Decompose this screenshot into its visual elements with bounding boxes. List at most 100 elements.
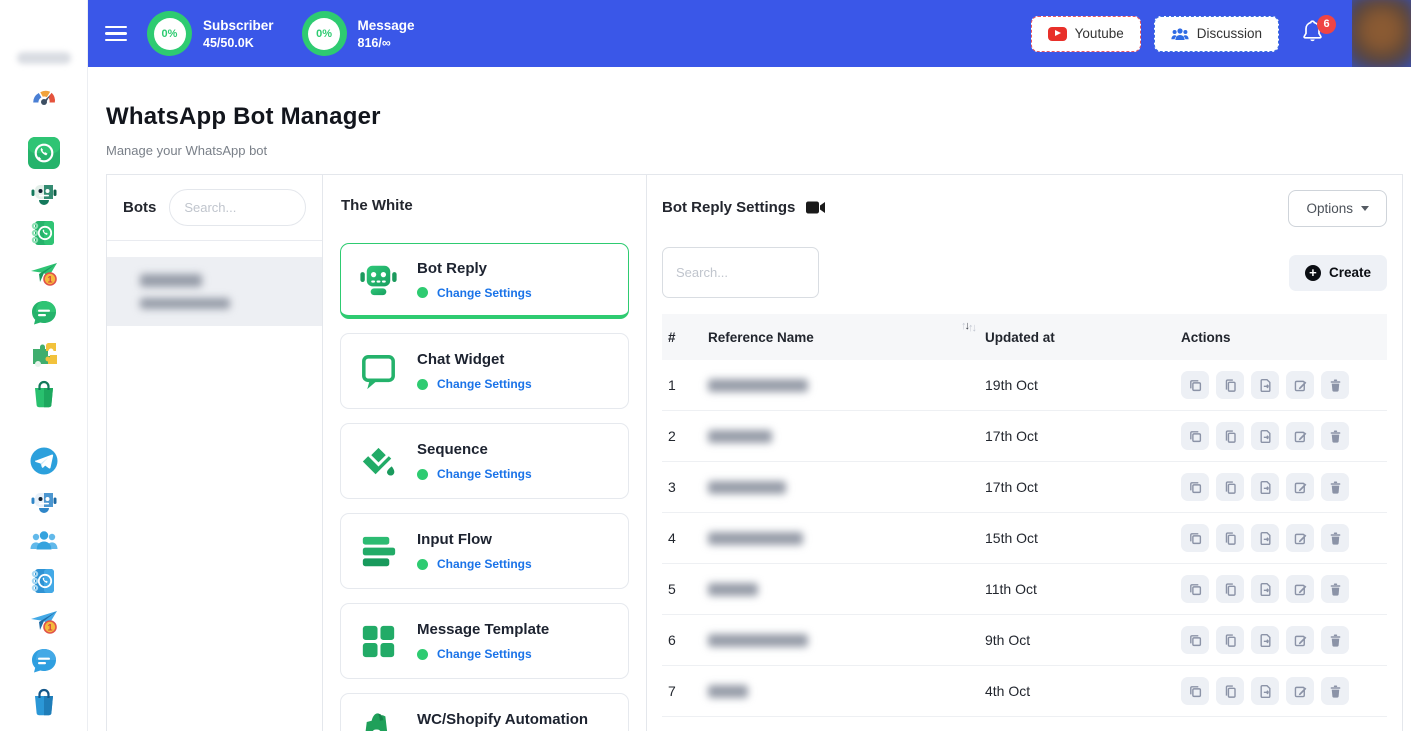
- telegram-contacts-icon[interactable]: [27, 564, 61, 598]
- notifications-button[interactable]: 6: [1301, 19, 1324, 49]
- feature-card-chat-widget[interactable]: Chat WidgetChange Settings: [340, 333, 629, 409]
- delete-button[interactable]: [1321, 677, 1349, 705]
- table-row: 217th Oct: [662, 411, 1387, 462]
- delete-button[interactable]: [1321, 371, 1349, 399]
- message-progress-ring: 0%: [302, 11, 347, 56]
- table-row: 511th Oct: [662, 564, 1387, 615]
- options-button[interactable]: Options: [1288, 190, 1387, 227]
- change-settings-link[interactable]: Change Settings: [437, 286, 532, 300]
- bot-phone-redacted: [140, 298, 230, 309]
- integrations-puzzle-icon[interactable]: [27, 336, 61, 370]
- export-button[interactable]: [1251, 575, 1279, 603]
- edit-button[interactable]: [1286, 422, 1314, 450]
- telegram-store-icon[interactable]: [27, 684, 61, 718]
- selected-bot-title: The White: [341, 197, 629, 214]
- clone-button[interactable]: [1216, 677, 1244, 705]
- clone-button[interactable]: [1216, 422, 1244, 450]
- edit-button[interactable]: [1286, 371, 1314, 399]
- delete-button[interactable]: [1321, 422, 1349, 450]
- change-settings-link[interactable]: Change Settings: [437, 557, 532, 571]
- duplicate-button[interactable]: [1181, 422, 1209, 450]
- youtube-button[interactable]: Youtube: [1031, 16, 1141, 52]
- duplicate-button[interactable]: [1181, 524, 1209, 552]
- duplicate-icon: [1188, 429, 1203, 444]
- delete-button[interactable]: [1321, 473, 1349, 501]
- export-button[interactable]: [1251, 371, 1279, 399]
- delete-button[interactable]: [1321, 626, 1349, 654]
- export-icon: [1258, 531, 1273, 546]
- bot-list-item-selected[interactable]: [107, 257, 322, 326]
- export-button[interactable]: [1251, 473, 1279, 501]
- telegram-chat-icon[interactable]: [27, 644, 61, 678]
- telegram-icon[interactable]: [27, 444, 61, 478]
- edit-icon: [1293, 633, 1308, 648]
- sort-icon[interactable]: ↑↓: [968, 322, 975, 334]
- user-avatar[interactable]: [1352, 0, 1411, 67]
- row-index: 7: [662, 683, 708, 699]
- telegram-users-icon[interactable]: [27, 524, 61, 558]
- edit-button[interactable]: [1286, 677, 1314, 705]
- change-settings-link[interactable]: Change Settings: [437, 467, 532, 481]
- create-button-label: Create: [1329, 265, 1371, 280]
- create-button[interactable]: + Create: [1289, 255, 1387, 291]
- duplicate-button[interactable]: [1181, 626, 1209, 654]
- delete-button[interactable]: [1321, 524, 1349, 552]
- whatsapp-bot-icon[interactable]: [27, 176, 61, 210]
- telegram-broadcast-icon[interactable]: 1: [27, 604, 61, 638]
- whatsapp-store-icon[interactable]: [27, 376, 61, 410]
- menu-toggle-icon[interactable]: [105, 26, 127, 42]
- whatsapp-icon[interactable]: [27, 136, 61, 170]
- telegram-bot-icon[interactable]: [27, 484, 61, 518]
- plus-circle-icon: +: [1305, 265, 1321, 281]
- delete-button[interactable]: [1321, 575, 1349, 603]
- feature-title: Input Flow: [417, 531, 532, 548]
- change-settings-link[interactable]: Change Settings: [437, 377, 532, 391]
- workspace-label-redacted: [17, 52, 71, 64]
- app-sidebar: 11: [0, 0, 88, 731]
- col-header-reference-name[interactable]: Reference Name ↑↓: [708, 314, 985, 360]
- edit-button[interactable]: [1286, 626, 1314, 654]
- clone-button[interactable]: [1216, 575, 1244, 603]
- table-row: 69th Oct: [662, 615, 1387, 666]
- duplicate-button[interactable]: [1181, 677, 1209, 705]
- edit-button[interactable]: [1286, 473, 1314, 501]
- clone-button[interactable]: [1216, 371, 1244, 399]
- clone-button[interactable]: [1216, 524, 1244, 552]
- sort-icon[interactable]: ↑↓: [961, 320, 968, 332]
- feature-card-input-flow[interactable]: Input Flow Change Settings: [340, 513, 629, 589]
- whatsapp-contacts-icon[interactable]: [27, 216, 61, 250]
- table-header-row: # Reference Name ↑↓ ↑↓ Updated at Action…: [662, 314, 1387, 360]
- sequence-icon: [355, 438, 402, 485]
- clone-button[interactable]: [1216, 626, 1244, 654]
- table-row: [662, 726, 1387, 731]
- whatsapp-broadcast-icon[interactable]: 1: [27, 256, 61, 290]
- duplicate-button[interactable]: [1181, 473, 1209, 501]
- export-button[interactable]: [1251, 524, 1279, 552]
- duplicate-button[interactable]: [1181, 371, 1209, 399]
- feature-card-bot-reply[interactable]: Bot ReplyChange Settings: [340, 243, 629, 319]
- svg-text:S: S: [372, 727, 382, 731]
- feature-card-sequence[interactable]: SequenceChange Settings: [340, 423, 629, 499]
- edit-button[interactable]: [1286, 575, 1314, 603]
- edit-icon: [1293, 378, 1308, 393]
- dashboard-gauge-icon[interactable]: [27, 80, 61, 114]
- discussion-button[interactable]: Discussion: [1154, 16, 1279, 52]
- clone-button[interactable]: [1216, 473, 1244, 501]
- clone-icon: [1223, 633, 1238, 648]
- reply-search-input[interactable]: [662, 247, 819, 298]
- status-dot: [417, 559, 428, 570]
- feature-card-wc-shopify-automation[interactable]: SWC/Shopify AutomationChange Settings: [340, 693, 629, 731]
- duplicate-button[interactable]: [1181, 575, 1209, 603]
- export-button[interactable]: [1251, 626, 1279, 654]
- clone-icon: [1223, 378, 1238, 393]
- export-button[interactable]: [1251, 422, 1279, 450]
- feature-card-message-template[interactable]: Message TemplateChange Settings: [340, 603, 629, 679]
- export-button[interactable]: [1251, 677, 1279, 705]
- bots-search-input[interactable]: [169, 189, 306, 226]
- change-settings-link[interactable]: Change Settings: [437, 647, 532, 661]
- users-icon: [1171, 27, 1189, 41]
- whatsapp-chat-icon[interactable]: [27, 296, 61, 330]
- delete-icon: [1328, 378, 1343, 393]
- col-header-updated-at[interactable]: ↑↓ Updated at: [985, 314, 1181, 360]
- edit-button[interactable]: [1286, 524, 1314, 552]
